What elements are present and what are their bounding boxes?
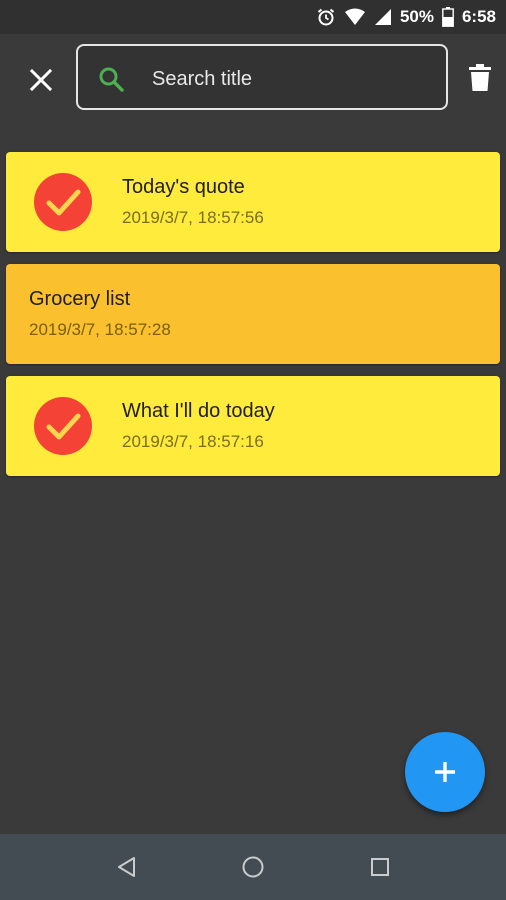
note-date: 2019/3/7, 18:57:28 [29,320,171,339]
status-icons: 50% 6:58 [316,0,496,34]
note-card[interactable]: Today's quote 2019/3/7, 18:57:56 [6,152,500,252]
status-time: 6:58 [461,7,496,26]
note-date: 2019/3/7, 18:57:56 [122,208,264,227]
note-title: What I'll do today [122,400,275,422]
signal-icon [374,8,392,26]
check-circle-icon [34,397,92,455]
battery-icon [442,7,454,27]
battery-percent: 50% [399,7,434,26]
recents-icon [371,858,389,876]
trash-icon [469,64,491,91]
note-card[interactable]: Grocery list 2019/3/7, 18:57:28 [6,264,500,364]
note-list: Today's quote 2019/3/7, 18:57:56 Grocery… [6,152,500,488]
status-bar: 50% 6:58 [0,0,506,34]
note-title: Grocery list [29,288,131,310]
home-icon [242,856,264,878]
navigation-bar [0,834,506,900]
check-circle-icon [34,173,92,231]
note-card[interactable]: What I'll do today 2019/3/7, 18:57:16 [6,376,500,476]
add-note-button[interactable] [405,732,485,812]
app-bar [0,34,506,116]
search-input[interactable] [150,58,434,100]
alarm-icon [316,7,336,27]
close-button[interactable] [18,57,64,103]
back-icon [118,857,135,877]
close-icon [30,69,52,91]
note-date: 2019/3/7, 18:57:16 [122,432,264,451]
note-title: Today's quote [122,176,245,198]
wifi-icon [344,8,366,26]
recents-button[interactable] [366,853,394,881]
search-box[interactable] [76,44,448,110]
search-icon [99,67,124,92]
delete-button[interactable] [460,58,500,98]
plus-icon [435,762,455,782]
back-button[interactable] [113,853,141,881]
home-button[interactable] [239,853,267,881]
